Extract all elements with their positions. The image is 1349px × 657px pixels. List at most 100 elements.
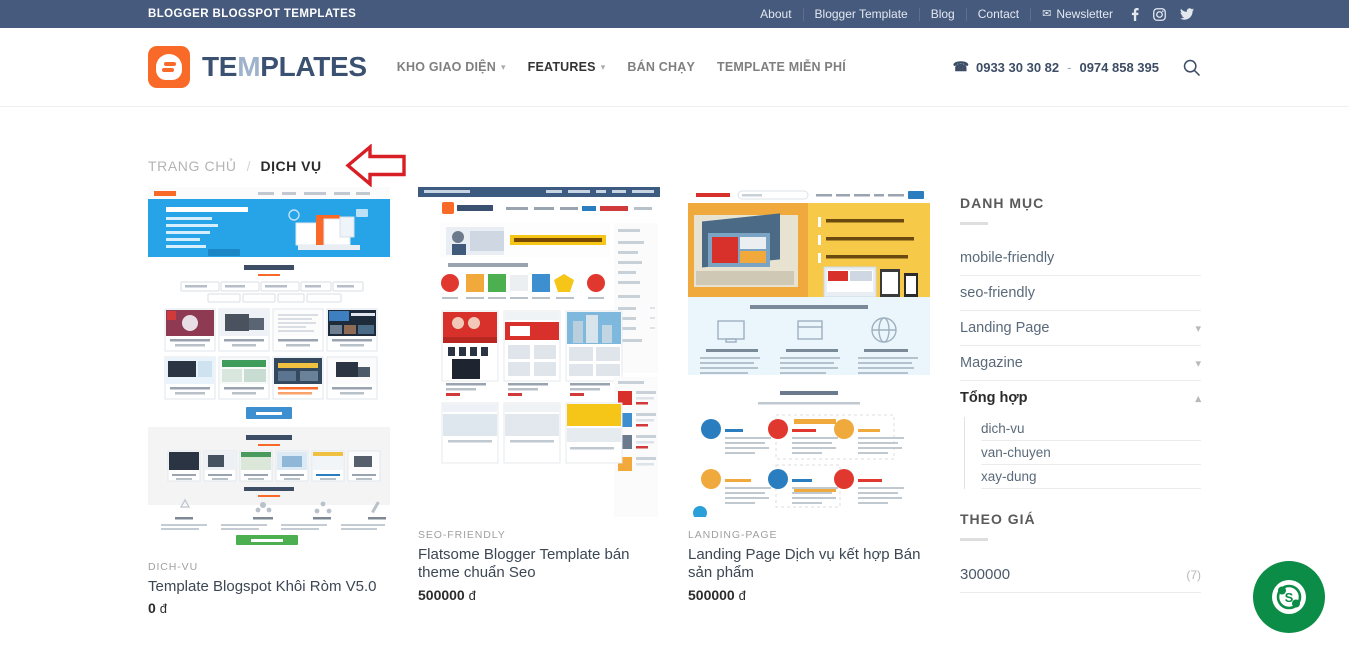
nav-item-kho-giao-dien[interactable]: KHO GIAO DIỆN ▾	[397, 60, 506, 74]
price-filter-label: 300000	[960, 566, 1011, 583]
product-thumbnail-1	[148, 187, 390, 549]
newsletter-label: Newsletter	[1056, 6, 1113, 21]
site-title: BLOGGER BLOGSPOT TEMPLATES	[148, 8, 357, 20]
sidebar-item-seo-friendly[interactable]: seo-friendly	[960, 276, 1201, 310]
skype-contact-button[interactable]: S	[1253, 561, 1325, 633]
topbar-links: About Blogger Template Blog Contact ✉ Ne…	[749, 6, 1201, 21]
list-item: Magazine ▾	[960, 346, 1201, 381]
product-thumbnail-2	[418, 187, 660, 517]
list-item: Landing Page ▾	[960, 311, 1201, 346]
sidebar-subitem-dich-vu[interactable]: dich-vu	[981, 417, 1201, 440]
blogspot-homepage-blue-hero[interactable]	[148, 187, 390, 549]
topbar-link-contact[interactable]: Contact	[967, 7, 1032, 21]
ecommerce-template-red-grid[interactable]	[418, 187, 660, 517]
category-label: Magazine	[960, 355, 1023, 371]
sidebar-item-tong-hop[interactable]: Tổng hợp ▴	[960, 381, 1201, 415]
price-currency: đ	[738, 587, 746, 603]
title-underline	[960, 222, 988, 225]
topbar-link-blog[interactable]: Blog	[920, 7, 967, 21]
instagram-glyph	[1153, 7, 1166, 21]
category-list: mobile-friendly seo-friendly Landing Pag…	[960, 241, 1201, 489]
subcategory-list: dich-vu van-chuyen xay-dung	[964, 417, 1201, 489]
search-icon[interactable]	[1181, 57, 1201, 77]
logo-text: TEMPLATES	[202, 51, 367, 82]
category-label: seo-friendly	[960, 285, 1035, 301]
blogger-logo-icon	[148, 46, 190, 88]
product-title[interactable]: Landing Page Dịch vụ kết hợp Bán sản phẩ…	[688, 546, 930, 583]
twitter-glyph	[1180, 8, 1194, 20]
search-glyph	[1183, 59, 1200, 76]
price-currency: đ	[159, 601, 167, 617]
top-utility-bar: BLOGGER BLOGSPOT TEMPLATES About Blogger…	[0, 0, 1349, 28]
breadcrumb-current: DỊCH VỤ	[260, 158, 322, 174]
phone-number-1[interactable]: 0933 30 30 82	[976, 60, 1059, 75]
product-card[interactable]: SEO-FRIENDLY Flatsome Blogger Template b…	[418, 187, 660, 616]
phone-number-2[interactable]: 0974 858 395	[1079, 60, 1159, 75]
product-price: 500000 đ	[418, 587, 660, 603]
twitter-icon[interactable]	[1173, 8, 1201, 20]
facebook-glyph	[1131, 7, 1139, 21]
category-label: Landing Page	[960, 320, 1050, 336]
nav-item-features[interactable]: FEATURES ▾	[528, 60, 606, 74]
sidebar-subitem-van-chuyen[interactable]: van-chuyen	[981, 441, 1201, 464]
price-amount: 500000	[418, 586, 465, 603]
breadcrumb: TRANG CHỦ / DỊCH VỤ	[0, 107, 1349, 188]
site-logo[interactable]: TEMPLATES	[148, 46, 367, 88]
price-filter-list: 300000 (7)	[960, 557, 1201, 593]
phone-icon: ☎	[952, 59, 969, 74]
nav-item-ban-chay[interactable]: BÁN CHẠY	[627, 60, 695, 74]
product-thumbnail-3	[688, 187, 930, 517]
product-title[interactable]: Flatsome Blogger Template bán theme chuẩ…	[418, 546, 660, 583]
product-grid: DICH-VU Template Blogspot Khôi Ròm V5.0 …	[148, 187, 932, 616]
red-arrow-glyph	[344, 144, 406, 188]
breadcrumb-separator: /	[246, 158, 251, 174]
product-category[interactable]: SEO-FRIENDLY	[418, 529, 660, 541]
price-currency: đ	[468, 587, 476, 603]
list-item: van-chuyen	[981, 441, 1201, 465]
sidebar: DANH MỤC mobile-friendly seo-friendly La…	[960, 187, 1201, 593]
skype-icon: S	[1272, 580, 1306, 614]
product-price: 500000 đ	[688, 587, 930, 603]
price-filter-count: (7)	[1186, 567, 1201, 582]
price-amount: 0	[148, 600, 156, 617]
red-left-arrow-annotation	[344, 144, 408, 188]
topbar-link-newsletter[interactable]: ✉ Newsletter	[1031, 6, 1124, 21]
phone-separator: -	[1067, 59, 1072, 75]
sidebar-item-landing-page[interactable]: Landing Page ▾	[960, 311, 1201, 345]
landing-page-yellow-hero[interactable]	[688, 187, 930, 517]
chevron-down-icon[interactable]: ▾	[1195, 357, 1201, 370]
list-item: seo-friendly	[960, 276, 1201, 311]
page-content: DICH-VU Template Blogspot Khôi Ròm V5.0 …	[0, 187, 1349, 616]
envelope-icon: ✉	[1042, 7, 1052, 20]
topbar-link-blogger-template[interactable]: Blogger Template	[804, 7, 920, 21]
instagram-icon[interactable]	[1146, 7, 1173, 21]
topbar-link-about[interactable]: About	[749, 7, 804, 21]
nav-label: KHO GIAO DIỆN	[396, 60, 496, 74]
nav-label: FEATURES	[527, 60, 596, 74]
product-category[interactable]: LANDING-PAGE	[688, 529, 930, 541]
list-item: mobile-friendly	[960, 241, 1201, 276]
list-item: dich-vu	[981, 417, 1201, 441]
header-contact: ☎ 0933 30 30 82 - 0974 858 395	[953, 57, 1201, 77]
price-filter-300000[interactable]: 300000 (7)	[960, 557, 1201, 592]
product-title[interactable]: Template Blogspot Khôi Ròm V5.0	[148, 578, 390, 596]
main-navigation: KHO GIAO DIỆN ▾ FEATURES ▾ BÁN CHẠY TEMP…	[397, 60, 846, 74]
sidebar-subitem-xay-dung[interactable]: xay-dung	[981, 465, 1201, 488]
product-card[interactable]: LANDING-PAGE Landing Page Dịch vụ kết hợ…	[688, 187, 930, 616]
sidebar-price-title: THEO GIÁ	[960, 511, 1036, 527]
product-card[interactable]: DICH-VU Template Blogspot Khôi Ròm V5.0 …	[148, 187, 390, 616]
chevron-up-icon[interactable]: ▴	[1195, 392, 1201, 405]
chevron-down-icon[interactable]: ▾	[1195, 322, 1201, 335]
breadcrumb-home[interactable]: TRANG CHỦ	[148, 158, 237, 174]
list-item: Tổng hợp ▴ dich-vu van-chuyen xay-dung	[960, 381, 1201, 489]
product-category[interactable]: DICH-VU	[148, 561, 390, 573]
nav-item-template-mien-phi[interactable]: TEMPLATE MIỄN PHÍ	[717, 60, 846, 74]
list-item: 300000 (7)	[960, 557, 1201, 593]
sidebar-item-mobile-friendly[interactable]: mobile-friendly	[960, 241, 1201, 275]
category-label: Tổng hợp	[960, 390, 1028, 406]
sidebar-item-magazine[interactable]: Magazine ▾	[960, 346, 1201, 380]
chevron-down-icon: ▾	[600, 61, 606, 72]
facebook-icon[interactable]	[1124, 7, 1146, 21]
svg-text:S: S	[1285, 590, 1294, 605]
skype-glyph: S	[1276, 584, 1302, 610]
